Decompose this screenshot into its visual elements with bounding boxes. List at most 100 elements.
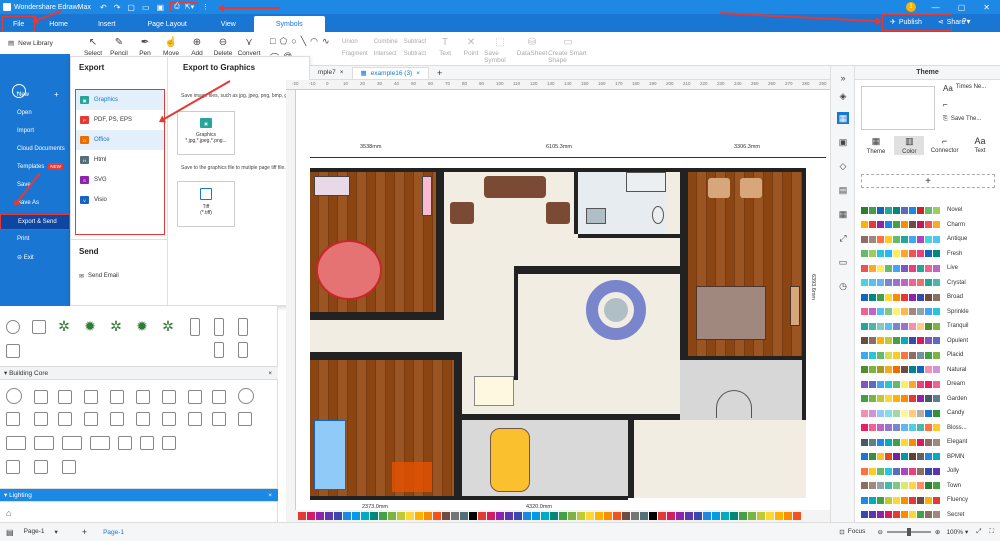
delete-tool[interactable]: ⊖ Delete — [210, 32, 236, 57]
send-email-item[interactable]: ✉ Send Email — [79, 273, 119, 280]
palette-color[interactable] — [613, 512, 621, 520]
chair[interactable] — [740, 178, 762, 198]
palette-color[interactable] — [631, 512, 639, 520]
palette-color[interactable] — [694, 512, 702, 520]
palette-color[interactable] — [658, 512, 666, 520]
color-theme-row[interactable]: Fluency — [861, 494, 995, 506]
menu-view[interactable]: View — [203, 16, 254, 32]
more-icon[interactable]: ⋮ — [202, 3, 209, 11]
color-theme-row[interactable]: Candy — [861, 407, 995, 419]
move-tool[interactable]: ☝ Move — [158, 32, 184, 57]
theme-tab-connector[interactable]: ⌐ Connector — [928, 136, 962, 155]
fit-page-icon[interactable]: ⤢ — [976, 528, 981, 536]
graphics-export-card[interactable]: ▣ Graphics *.jpg,*.jpeg,*.png... — [177, 111, 235, 155]
curve-icon[interactable]: ∿ — [322, 36, 330, 47]
shape-window-icon[interactable] — [110, 390, 124, 404]
color-theme-row[interactable]: Bloss... — [861, 422, 995, 434]
help-icon[interactable]: ?▾ — [962, 17, 970, 26]
palette-color[interactable] — [424, 512, 432, 520]
shape-stair-icon[interactable] — [6, 412, 20, 426]
color-theme-row[interactable]: BPMN — [861, 451, 995, 463]
close-icon[interactable]: ✕ — [983, 3, 990, 12]
fullscreen-icon[interactable]: ⛶ — [989, 528, 994, 536]
palette-color[interactable] — [739, 512, 747, 520]
palette-color[interactable] — [640, 512, 648, 520]
shape-door-icon[interactable] — [136, 390, 150, 404]
shape-stair-icon[interactable] — [136, 412, 150, 426]
add-tab-button[interactable]: + — [429, 67, 450, 79]
fragment-button[interactable]: Fragment — [342, 51, 368, 57]
palette-color[interactable] — [532, 512, 540, 520]
library-building-core-header[interactable]: ▾ Building Core × — [0, 366, 278, 380]
single-bed[interactable] — [314, 420, 346, 490]
zoom-out-icon[interactable]: ⊖ — [877, 528, 882, 536]
palette-color[interactable] — [325, 512, 333, 520]
redo-icon[interactable]: ↷ — [114, 3, 121, 12]
color-theme-row[interactable]: Dream — [861, 378, 995, 390]
shape-stair-icon[interactable] — [188, 390, 202, 404]
palette-color[interactable] — [622, 512, 630, 520]
entrance-door[interactable] — [716, 390, 752, 418]
palette-color[interactable] — [460, 512, 468, 520]
rectangle-icon[interactable]: □ — [270, 36, 275, 47]
add-tool[interactable]: ⊕ Add — [184, 32, 210, 57]
convert-tool[interactable]: ⋎ Convert — [236, 32, 262, 57]
palette-color[interactable] — [667, 512, 675, 520]
theme-tab-theme[interactable]: ▦ Theme — [861, 136, 891, 155]
palette-color[interactable] — [442, 512, 450, 520]
palette-color[interactable] — [721, 512, 729, 520]
file-menu-print[interactable]: Print — [17, 236, 29, 242]
shape-outlet-icon[interactable] — [162, 436, 176, 450]
armchair[interactable] — [546, 202, 570, 224]
file-menu-templates[interactable]: Templates NEW — [17, 163, 63, 170]
shape-duct-icon[interactable] — [34, 460, 48, 474]
file-menu-import[interactable]: Import — [17, 128, 34, 134]
palette-color[interactable] — [388, 512, 396, 520]
shape-round-icon[interactable] — [6, 320, 20, 334]
plant-icon[interactable]: ✲ — [56, 318, 72, 334]
palette-color[interactable] — [703, 512, 711, 520]
palette-color[interactable] — [433, 512, 441, 520]
palette-color[interactable] — [604, 512, 612, 520]
export-html[interactable]: H Html — [76, 150, 164, 170]
color-theme-row[interactable]: Charm — [861, 219, 995, 231]
shape-cabinet-icon[interactable] — [238, 342, 248, 358]
page-icon[interactable]: ▤ — [837, 184, 849, 196]
export-graphics[interactable]: ▣ Graphics — [76, 90, 164, 110]
plant-icon[interactable]: ✹ — [82, 318, 98, 334]
close-library-icon[interactable]: × — [268, 370, 272, 377]
round-bed[interactable] — [316, 240, 382, 300]
new-library-button[interactable]: ▤ New Library — [0, 32, 70, 54]
shape-cabinet-icon[interactable] — [214, 342, 224, 358]
page-selector[interactable]: Page-1 ▾ — [24, 528, 58, 536]
shape-stair-icon[interactable] — [84, 412, 98, 426]
color-theme-row[interactable]: Fresh — [861, 248, 995, 260]
datasheet-tool[interactable]: ⛁ DataSheet — [516, 32, 548, 57]
chair[interactable] — [708, 178, 730, 198]
palette-color[interactable] — [550, 512, 558, 520]
palette-color[interactable] — [541, 512, 549, 520]
color-theme-row[interactable]: Placid — [861, 349, 995, 361]
drawing-canvas[interactable]: 3538mm 6105.3mm 3306.3mm 6393.6mm 2112mm… — [296, 90, 830, 510]
palette-color[interactable] — [766, 512, 774, 520]
palette-color[interactable] — [784, 512, 792, 520]
wardrobe[interactable] — [422, 176, 432, 216]
add-theme-button[interactable]: + — [861, 174, 995, 188]
export-visio[interactable]: V Visio — [76, 190, 164, 210]
palette-color[interactable] — [559, 512, 567, 520]
save-theme-button[interactable]: ⎘ Save The... — [943, 116, 981, 123]
palette-color[interactable] — [775, 512, 783, 520]
save-symbol-tool[interactable]: ⬚ Save Symbol — [484, 32, 516, 64]
zoom-in-icon[interactable]: ⊕ — [935, 528, 940, 536]
shape-spiral-stair-icon[interactable] — [238, 388, 254, 404]
shape-cabinet-icon[interactable] — [214, 318, 224, 336]
grid-icon[interactable]: ▦ — [837, 208, 849, 220]
color-theme-row[interactable]: Opulent — [861, 335, 995, 347]
shape-duct-icon[interactable] — [62, 460, 76, 474]
palette-color[interactable] — [523, 512, 531, 520]
palette-color[interactable] — [397, 512, 405, 520]
publish-button[interactable]: ✈ Publish — [886, 15, 926, 29]
focus-button[interactable]: ⊡ Focus — [839, 528, 865, 536]
subtract-button-2[interactable]: Subtract — [404, 51, 426, 57]
color-theme-row[interactable]: Antique — [861, 233, 995, 245]
